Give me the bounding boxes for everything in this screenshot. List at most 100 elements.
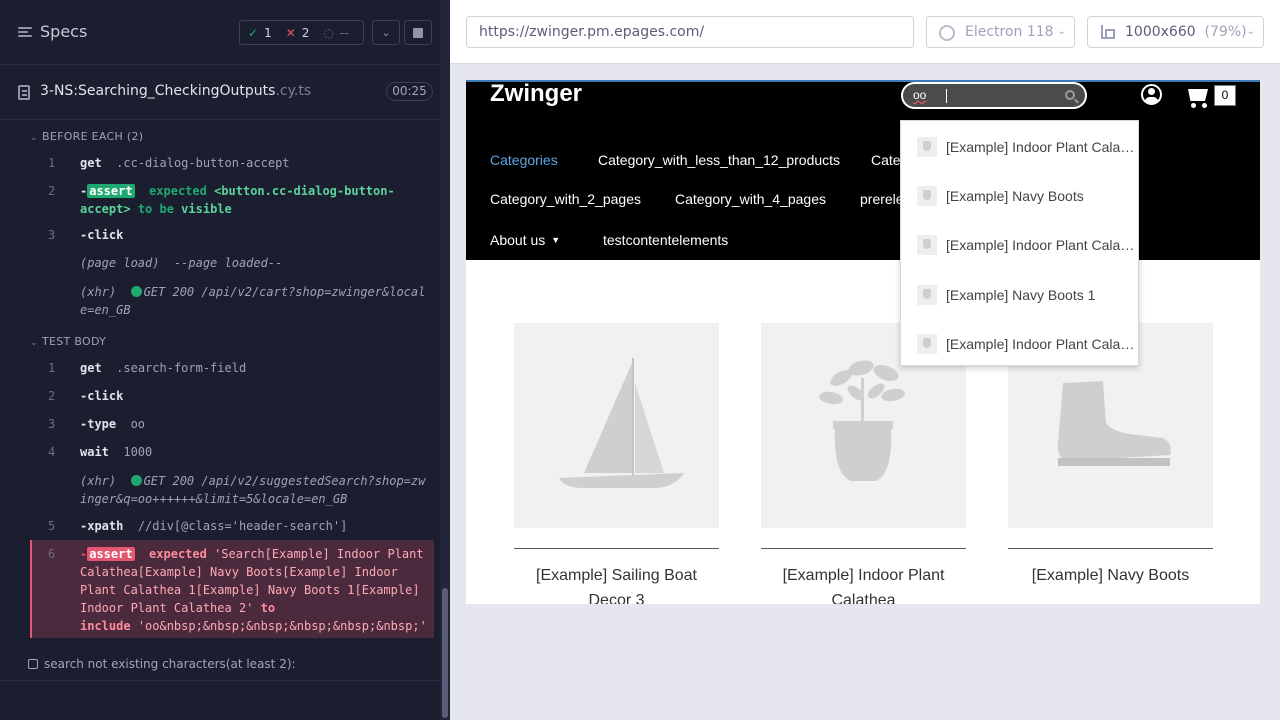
- nav-prerelease[interactable]: prerele: [860, 191, 904, 207]
- stop-button[interactable]: [404, 20, 432, 45]
- command-number: 2: [48, 184, 56, 198]
- nav-category-truncated[interactable]: Cate: [871, 152, 901, 168]
- electron-icon: [939, 25, 955, 41]
- chevron-down-button[interactable]: ⌄: [372, 20, 400, 45]
- site-logo[interactable]: Zwinger: [490, 80, 582, 108]
- suggestion-label: [Example] Indoor Plant Calathea 2: [946, 336, 1136, 352]
- failed-count: 2: [301, 25, 310, 40]
- command-arg: .search-form-field: [116, 361, 247, 375]
- command-arg: //div[@class='header-search']: [137, 519, 348, 533]
- specs-list-icon[interactable]: [18, 26, 32, 38]
- suggestion-label: [Example] Indoor Plant Calathea 1: [946, 237, 1136, 253]
- file-icon: [18, 85, 30, 100]
- divider: [514, 548, 719, 549]
- xhr-event[interactable]: (xhr) GET 200 /api/v2/cart?shop=zwinger&…: [30, 283, 434, 319]
- divider: [1008, 548, 1213, 549]
- browser-selector[interactable]: Electron 118 ⌄: [926, 16, 1075, 48]
- nav-category-4-pages[interactable]: Category_with_4_pages: [675, 191, 826, 207]
- command-arg: oo: [130, 417, 146, 431]
- product-card[interactable]: [Example] Sailing Boat Decor 3: [514, 323, 719, 604]
- product-name[interactable]: [Example] Navy Boots: [1008, 563, 1213, 588]
- divider: [761, 548, 966, 549]
- status-dot-icon: [130, 286, 142, 297]
- url-bar[interactable]: https://zwinger.pm.epages.com/: [466, 16, 914, 48]
- chevron-down-icon: ⌄: [1246, 26, 1255, 37]
- suggestion-label: [Example] Navy Boots 1: [946, 287, 1096, 303]
- command-name: wait: [80, 445, 109, 459]
- assert-text: expected: [149, 547, 207, 561]
- command-number: 3: [48, 417, 56, 431]
- next-test-item[interactable]: search not existing characters(at least …: [28, 657, 296, 671]
- app-under-test: Zwinger oo 0 Categories Category_with_le…: [466, 80, 1260, 604]
- assert-value: 'oo&nbsp;&nbsp;&nbsp;&nbsp;&nbsp;&nbsp;': [137, 619, 427, 633]
- nav-testcontentelements[interactable]: testcontentelements: [603, 232, 728, 248]
- before-each-label: BEFORE EACH (2): [42, 130, 144, 143]
- x-icon: ✕: [285, 25, 296, 40]
- command-name: -click: [80, 228, 124, 242]
- sailboat-icon: [559, 358, 684, 488]
- suggestion-label: [Example] Navy Boots: [946, 188, 1084, 204]
- specs-title[interactable]: Specs: [40, 22, 87, 41]
- search-icon[interactable]: [1065, 90, 1075, 100]
- site-header: Zwinger oo 0 Categories Category_with_le…: [466, 80, 1260, 260]
- spec-file-basename: 3-NS:Searching_CheckingOutputs: [40, 83, 276, 99]
- product-thumb: [917, 334, 937, 354]
- command-name: get: [80, 156, 102, 170]
- assert-badge: assert: [87, 547, 135, 561]
- assert-text: expected: [149, 184, 207, 198]
- cart-icon[interactable]: [1184, 86, 1210, 108]
- cart-count-badge[interactable]: 0: [1214, 85, 1236, 106]
- xhr-event[interactable]: (xhr) GET 200 /api/v2/suggestedSearch?sh…: [30, 472, 434, 508]
- command-name: -click: [80, 389, 124, 403]
- command-number: 5: [48, 519, 56, 533]
- nav-categories[interactable]: Categories: [490, 152, 558, 168]
- command-arg: .cc-dialog-button-accept: [116, 156, 290, 170]
- command-arg: 1000: [123, 445, 153, 459]
- scrollbar-thumb[interactable]: [442, 588, 448, 718]
- browser-name: Electron 118: [965, 24, 1054, 40]
- viewport-zoom: (79%): [1204, 24, 1247, 40]
- caret-down-icon: ▼: [551, 235, 561, 245]
- nav-about-us[interactable]: About us ▼: [490, 232, 560, 248]
- chevron-down-icon: ⌄: [1057, 26, 1066, 37]
- test-body-section[interactable]: ⌄ TEST BODY: [30, 335, 106, 348]
- suggestion-item[interactable]: [Example] Navy Boots 1: [901, 271, 1140, 320]
- viewport-info[interactable]: 1000x660 (79%) ⌄: [1087, 16, 1264, 48]
- command-name: -type: [80, 417, 117, 431]
- test-status-icon: [28, 659, 38, 669]
- command-row[interactable]: 2 - assert expected <button.cc-dialog-but…: [30, 182, 434, 218]
- viewport-size: 1000x660: [1125, 24, 1196, 40]
- nav-category-less-12[interactable]: Category_with_less_than_12_products: [598, 152, 840, 168]
- before-each-hook[interactable]: ⌄ BEFORE EACH (2): [30, 130, 143, 143]
- user-icon[interactable]: [1141, 84, 1162, 105]
- command-number: 3: [48, 228, 56, 242]
- passed-count: 1: [264, 25, 272, 40]
- product-name[interactable]: [Example] Sailing Boat Decor 3: [514, 563, 719, 604]
- suggestion-item[interactable]: [Example] Navy Boots: [901, 172, 1140, 221]
- viewport-icon: [1101, 25, 1115, 39]
- aut-header: https://zwinger.pm.epages.com/ Electron …: [450, 0, 1280, 64]
- event-type: (xhr): [80, 474, 117, 488]
- command-number: 1: [48, 156, 56, 170]
- chevron-down-icon: ⌄: [381, 26, 391, 39]
- nav-category-2-pages[interactable]: Category_with_2_pages: [490, 191, 641, 207]
- command-row-failed[interactable]: 6 - assert expected 'Search[Example] Indo…: [30, 545, 434, 635]
- suggestion-item[interactable]: [Example] Indoor Plant Calathea 1: [901, 221, 1140, 270]
- suggestion-label: [Example] Indoor Plant Calathea: [946, 139, 1136, 155]
- event-message: --page loaded--: [173, 256, 283, 270]
- stop-icon: [413, 27, 423, 38]
- test-body-label: TEST BODY: [42, 335, 107, 348]
- spec-file-name[interactable]: 3-NS:Searching_CheckingOutputs.cy.ts: [40, 83, 311, 99]
- product-image[interactable]: [514, 323, 719, 528]
- command-number: 1: [48, 361, 56, 375]
- divider: [0, 680, 440, 681]
- spinner-icon: ◌: [323, 25, 334, 40]
- chevron-down-icon: ⌄: [30, 338, 38, 348]
- check-icon: ✓: [248, 25, 259, 40]
- product-name[interactable]: [Example] Indoor Plant Calathea: [761, 563, 966, 604]
- status-dot-icon: [130, 475, 142, 486]
- assert-badge: assert: [87, 184, 135, 198]
- search-input[interactable]: oo: [901, 82, 1087, 109]
- suggestion-item[interactable]: [Example] Indoor Plant Calathea: [901, 123, 1140, 172]
- suggestion-item[interactable]: [Example] Indoor Plant Calathea 2: [901, 320, 1140, 369]
